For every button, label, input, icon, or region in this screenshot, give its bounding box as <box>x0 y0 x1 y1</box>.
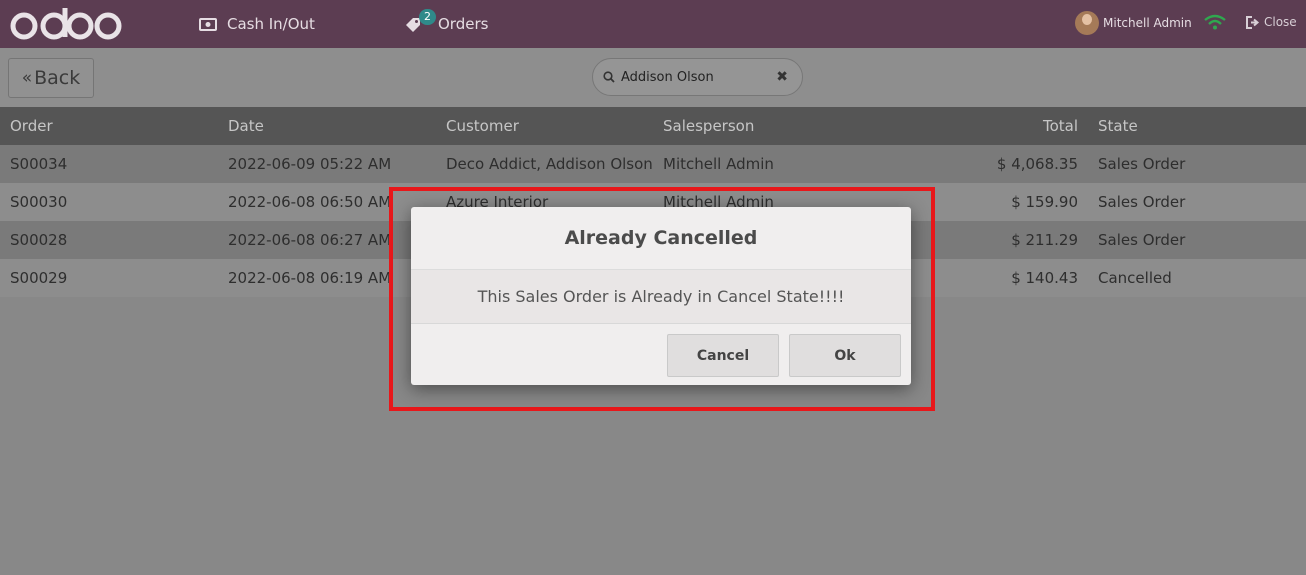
user-name: Mitchell Admin <box>1103 16 1192 30</box>
table-header: Order Date Customer Salesperson Total St… <box>0 107 1306 145</box>
wifi-icon <box>1204 14 1226 30</box>
order-state: Sales Order <box>1098 155 1186 173</box>
order-state: Cancelled <box>1098 269 1172 287</box>
order-total: $ 211.29 <box>1011 231 1078 249</box>
clear-search-icon[interactable]: ✖ <box>776 69 788 85</box>
order-state: Sales Order <box>1098 193 1186 211</box>
search-input[interactable]: Addison Olson ✖ <box>592 58 803 96</box>
dialog-message: This Sales Order is Already in Cancel St… <box>411 270 911 324</box>
orders-button[interactable]: 2 Orders <box>405 9 489 34</box>
column-header-state: State <box>1098 117 1138 135</box>
cash-icon <box>199 17 217 31</box>
column-header-customer: Customer <box>446 117 519 135</box>
user-menu[interactable]: Mitchell Admin <box>1075 11 1192 35</box>
order-date: 2022-06-09 05:22 AM <box>228 155 392 173</box>
avatar <box>1075 11 1099 35</box>
order-total: $ 4,068.35 <box>996 155 1078 173</box>
search-icon <box>603 71 615 83</box>
back-label: Back <box>34 67 81 89</box>
order-total: $ 159.90 <box>1011 193 1078 211</box>
dialog-title: Already Cancelled <box>411 207 911 270</box>
order-ref: S00030 <box>10 193 68 211</box>
order-total: $ 140.43 <box>1011 269 1078 287</box>
already-cancelled-dialog: Already Cancelled This Sales Order is Al… <box>411 207 911 385</box>
order-customer: Deco Addict, Addison Olson <box>446 155 653 173</box>
cancel-button[interactable]: Cancel <box>667 334 779 377</box>
order-ref: S00034 <box>10 155 68 173</box>
ok-button[interactable]: Ok <box>789 334 901 377</box>
column-header-salesperson: Salesperson <box>663 117 755 135</box>
top-navbar: Cash In/Out 2 Orders Mitchell Admin Clos… <box>0 0 1306 48</box>
column-header-date: Date <box>228 117 264 135</box>
double-chevron-left-icon: « <box>21 68 33 88</box>
sign-out-icon <box>1246 15 1260 29</box>
order-date: 2022-06-08 06:50 AM <box>228 193 392 211</box>
orders-label: Orders <box>438 15 489 33</box>
column-header-order: Order <box>10 117 53 135</box>
order-ref: S00028 <box>10 231 68 249</box>
odoo-logo <box>10 8 122 40</box>
cash-in-out-label: Cash In/Out <box>227 15 315 33</box>
search-value: Addison Olson <box>621 69 714 85</box>
order-date: 2022-06-08 06:27 AM <box>228 231 392 249</box>
table-row[interactable]: S00034 2022-06-09 05:22 AM Deco Addict, … <box>0 145 1306 183</box>
cash-in-out-button[interactable]: Cash In/Out <box>199 14 315 34</box>
close-label: Close <box>1264 15 1297 29</box>
orders-count-badge: 2 <box>419 9 436 25</box>
order-ref: S00029 <box>10 269 68 287</box>
back-button[interactable]: « Back <box>8 58 94 98</box>
order-salesperson: Mitchell Admin <box>663 155 774 173</box>
order-state: Sales Order <box>1098 231 1186 249</box>
close-button[interactable]: Close <box>1246 15 1297 29</box>
column-header-total: Total <box>1042 117 1078 135</box>
order-date: 2022-06-08 06:19 AM <box>228 269 392 287</box>
